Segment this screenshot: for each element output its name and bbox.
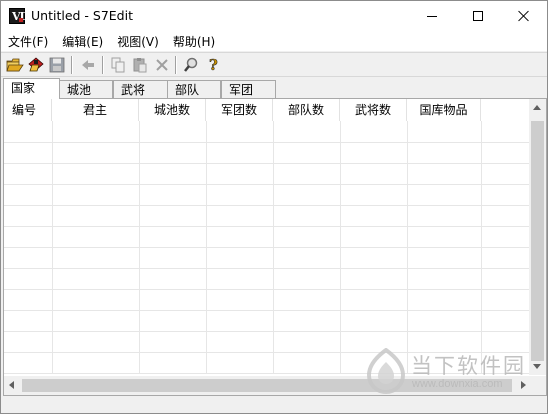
import-button[interactable] xyxy=(26,56,46,74)
maximize-button[interactable] xyxy=(455,1,501,31)
column-header-corps-count[interactable]: 军团数 xyxy=(206,99,273,121)
scroll-left-icon[interactable] xyxy=(9,381,14,389)
watermark-url: www.downxia.com xyxy=(412,378,503,390)
help-icon: ? xyxy=(209,57,219,73)
open-folder-icon xyxy=(6,58,24,72)
open-button[interactable] xyxy=(5,56,25,74)
vertical-scrollbar[interactable] xyxy=(529,99,546,375)
app-icon-letter: Ⅶ xyxy=(12,10,29,23)
help-button[interactable]: ? xyxy=(204,56,224,74)
copy-icon xyxy=(111,57,125,73)
save-button[interactable] xyxy=(47,56,67,74)
minimize-icon xyxy=(427,15,437,17)
tab-strip: 国家 城池 武将 部队 军团 xyxy=(1,78,547,99)
menu-file[interactable]: 文件(F) xyxy=(1,31,55,51)
title-bar[interactable]: Ⅶ Untitled - S7Edit xyxy=(1,1,547,31)
watermark: 当下软件园 www.downxia.com xyxy=(365,348,535,398)
scroll-up-icon[interactable] xyxy=(533,105,541,110)
column-header-general-count[interactable]: 武将数 xyxy=(340,99,407,121)
tab-corps[interactable]: 军团 xyxy=(221,80,276,99)
paste-icon xyxy=(133,58,147,73)
toolbar: ? xyxy=(1,52,547,77)
status-bar xyxy=(1,397,547,413)
app-icon[interactable]: Ⅶ xyxy=(9,8,29,24)
back-arrow-icon xyxy=(82,60,94,70)
toolbar-separator xyxy=(71,56,73,74)
tab-cities[interactable]: 城池 xyxy=(59,80,113,99)
copy-button[interactable] xyxy=(108,56,128,74)
column-header-ruler[interactable]: 君主 xyxy=(52,99,139,121)
paste-button[interactable] xyxy=(130,56,150,74)
maximize-icon xyxy=(473,11,483,21)
app-window: Ⅶ Untitled - S7Edit 文件(F) 编辑(E) 视图(V) 帮助… xyxy=(0,0,548,414)
table-header: 编号 君主 城池数 军团数 部队数 武将数 国库物品 xyxy=(4,99,481,121)
column-header-city-count[interactable]: 城池数 xyxy=(139,99,206,121)
window-title: Untitled - S7Edit xyxy=(31,8,133,23)
table-grid xyxy=(4,121,531,374)
close-icon xyxy=(518,10,530,22)
watermark-logo-icon xyxy=(366,348,406,394)
watermark-title: 当下软件园 xyxy=(411,354,526,378)
tab-generals[interactable]: 武将 xyxy=(113,80,168,99)
find-button[interactable] xyxy=(181,56,201,74)
delete-button[interactable] xyxy=(152,56,172,74)
menu-help[interactable]: 帮助(H) xyxy=(166,31,222,51)
minimize-button[interactable] xyxy=(409,1,455,31)
close-button[interactable] xyxy=(501,1,547,31)
column-header-troop-count[interactable]: 部队数 xyxy=(273,99,340,121)
tab-troops[interactable]: 部队 xyxy=(167,80,221,99)
import-icon xyxy=(28,57,44,72)
toolbar-separator xyxy=(102,56,104,74)
vertical-scroll-thumb[interactable] xyxy=(531,121,544,361)
save-icon xyxy=(49,57,65,73)
column-header-treasury-items[interactable]: 国库物品 xyxy=(407,99,481,121)
menu-view[interactable]: 视图(V) xyxy=(110,31,166,51)
tab-country[interactable]: 国家 xyxy=(3,78,60,99)
menu-edit[interactable]: 编辑(E) xyxy=(55,31,110,51)
menu-bar: 文件(F) 编辑(E) 视图(V) 帮助(H) xyxy=(1,31,547,51)
find-icon xyxy=(184,57,198,72)
toolbar-separator xyxy=(175,56,177,74)
back-button[interactable] xyxy=(78,56,98,74)
svg-text:?: ? xyxy=(209,57,218,73)
column-header-id[interactable]: 编号 xyxy=(4,99,52,121)
delete-icon xyxy=(156,59,168,71)
